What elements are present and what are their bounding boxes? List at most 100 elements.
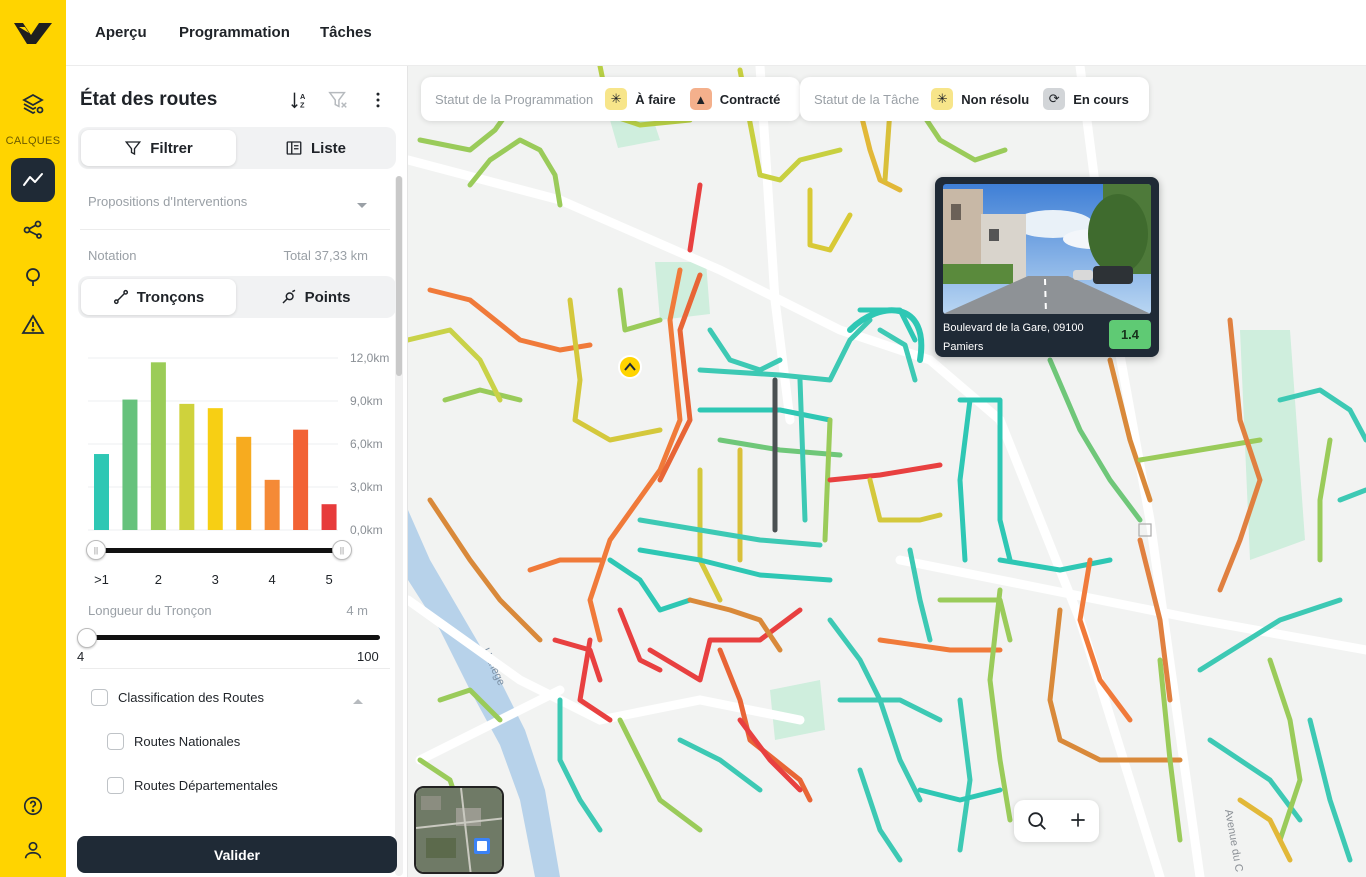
histogram-bar xyxy=(150,362,166,530)
histogram-bar xyxy=(207,408,223,530)
contracted-label[interactable]: Contracté xyxy=(720,92,781,107)
x-tick-label: 3 xyxy=(212,572,219,584)
x-tick-label: 2 xyxy=(155,572,162,584)
validate-button[interactable]: Valider xyxy=(77,836,397,873)
zoom-in-icon[interactable] xyxy=(1068,810,1088,835)
interventions-dropdown[interactable]: Propositions d'Interventions xyxy=(88,194,368,209)
length-label: Longueur du Tronçon xyxy=(88,603,212,618)
histogram-bar xyxy=(321,504,337,530)
layers-label: CALQUES xyxy=(5,135,61,147)
x-tick-label: 4 xyxy=(269,572,276,584)
photo-address-line1: Boulevard de la Gare, 09100 xyxy=(943,322,1084,334)
tab-programming[interactable]: Programmation xyxy=(179,24,290,41)
y-tick-label: 0,0km xyxy=(350,523,383,537)
unresolved-label[interactable]: Non résolu xyxy=(961,92,1029,107)
user-icon[interactable] xyxy=(11,828,55,872)
y-tick-label: 9,0km xyxy=(350,394,383,408)
unit-toggle: Tronçons Points xyxy=(78,276,396,318)
road-score-badge: 1.4 xyxy=(1109,320,1151,349)
histogram-bar xyxy=(264,479,280,530)
roads-condition-icon[interactable] xyxy=(11,158,55,202)
street-photo-card[interactable]: Boulevard de la Gare, 09100 Pamiers 1.4 xyxy=(935,177,1159,357)
y-tick-label: 12,0km xyxy=(350,351,389,365)
length-row: Longueur du Tronçon 4 m xyxy=(88,603,368,618)
asterisk-icon: ✳ xyxy=(931,88,954,110)
traffic-cone-icon: ▲ xyxy=(689,88,712,110)
histogram-bar xyxy=(94,454,109,530)
point-icon xyxy=(282,289,295,304)
map-controls xyxy=(1014,800,1099,842)
segment-line-icon xyxy=(113,289,128,305)
refresh-icon: ⟳ xyxy=(1043,88,1066,110)
list-tab[interactable]: Liste xyxy=(238,130,393,166)
list-tab-label: Liste xyxy=(310,139,346,157)
classification-checkbox[interactable] xyxy=(91,689,108,706)
search-icon[interactable] xyxy=(1026,810,1048,837)
histogram-bar xyxy=(236,436,252,530)
filter-icon xyxy=(125,141,142,156)
national-roads-checkbox[interactable] xyxy=(107,733,124,750)
departmental-roads-label: Routes Départementales xyxy=(134,778,278,793)
length-max: 100 xyxy=(357,649,379,664)
interventions-label: Propositions d'Interventions xyxy=(88,194,248,209)
programming-status-legend: Statut de la Programmation ✳ À faire ▲ C… xyxy=(421,77,801,121)
chevron-down-icon xyxy=(356,198,368,213)
programming-status-label: Statut de la Programmation xyxy=(435,91,594,107)
histogram-bar xyxy=(293,429,309,530)
histogram-bar xyxy=(179,403,195,530)
rating-min-handle[interactable]: || xyxy=(86,540,106,560)
chevron-up-icon[interactable] xyxy=(352,692,364,710)
tab-overview[interactable]: Aperçu xyxy=(95,24,147,41)
street-photo[interactable] xyxy=(943,184,1151,314)
segments-tab[interactable]: Tronçons xyxy=(81,279,236,315)
view-toggle: Filtrer Liste xyxy=(78,127,396,169)
layers-settings-icon[interactable] xyxy=(11,82,55,126)
svg-text:Z: Z xyxy=(300,100,305,109)
panel-title: État des routes xyxy=(80,89,218,110)
satellite-toggle[interactable] xyxy=(414,786,504,874)
warning-icon[interactable] xyxy=(11,303,55,347)
rating-row: Notation Total 37,33 km xyxy=(88,248,368,263)
segments-icon[interactable] xyxy=(11,207,55,251)
clear-filter-icon[interactable] xyxy=(326,88,350,112)
rating-range-slider[interactable] xyxy=(96,548,344,553)
in-progress-label[interactable]: En cours xyxy=(1073,92,1129,107)
location-pin-icon[interactable] xyxy=(11,255,55,299)
rating-label: Notation xyxy=(88,248,137,263)
brand-logo[interactable] xyxy=(14,20,52,46)
national-roads-label: Routes Nationales xyxy=(134,734,241,749)
tab-tasks[interactable]: Tâches xyxy=(320,24,372,41)
task-status-label: Statut de la Tâche xyxy=(814,91,920,107)
asterisk-icon: ✳ xyxy=(605,88,628,110)
more-options-icon[interactable] xyxy=(366,88,390,112)
length-slider-handle[interactable] xyxy=(77,628,97,648)
departmental-roads-checkbox[interactable] xyxy=(107,777,124,794)
task-status-legend: Statut de la Tâche ✳ Non résolu ⟳ En cou… xyxy=(800,77,1149,121)
map-canvas[interactable]: L'Ariège Avenue du C xyxy=(408,66,1366,877)
points-tab[interactable]: Points xyxy=(238,279,393,315)
divider xyxy=(80,668,390,669)
segments-tab-label: Tronçons xyxy=(136,288,205,306)
list-icon xyxy=(286,141,302,155)
sort-icon[interactable]: AZ xyxy=(288,88,312,112)
y-tick-label: 3,0km xyxy=(350,480,383,494)
x-tick-label: >1 xyxy=(94,572,109,584)
histogram-bar xyxy=(122,399,138,530)
map-marker[interactable] xyxy=(618,355,642,379)
left-rail: CALQUES xyxy=(0,0,66,877)
rating-max-handle[interactable]: || xyxy=(332,540,352,560)
length-slider[interactable] xyxy=(84,635,380,640)
top-bar: Aperçu Programmation Tâches xyxy=(66,0,1366,66)
photo-address: Boulevard de la Gare, 09100 Pamiers xyxy=(943,319,1103,357)
x-tick-label: 5 xyxy=(325,572,332,584)
points-tab-label: Points xyxy=(304,288,351,306)
avenue-label: Avenue du C xyxy=(1222,808,1245,873)
to-do-label[interactable]: À faire xyxy=(635,92,675,107)
length-value: 4 m xyxy=(346,603,368,618)
road-network-map[interactable]: L'Ariège Avenue du C xyxy=(408,66,1366,877)
filter-tab-label: Filtrer xyxy=(150,139,193,157)
road-condition-panel: État des routes AZ Filtrer Liste Proposi… xyxy=(66,66,408,877)
classification-label: Classification des Routes xyxy=(118,690,264,705)
help-icon[interactable] xyxy=(11,784,55,828)
filter-tab[interactable]: Filtrer xyxy=(81,130,236,166)
